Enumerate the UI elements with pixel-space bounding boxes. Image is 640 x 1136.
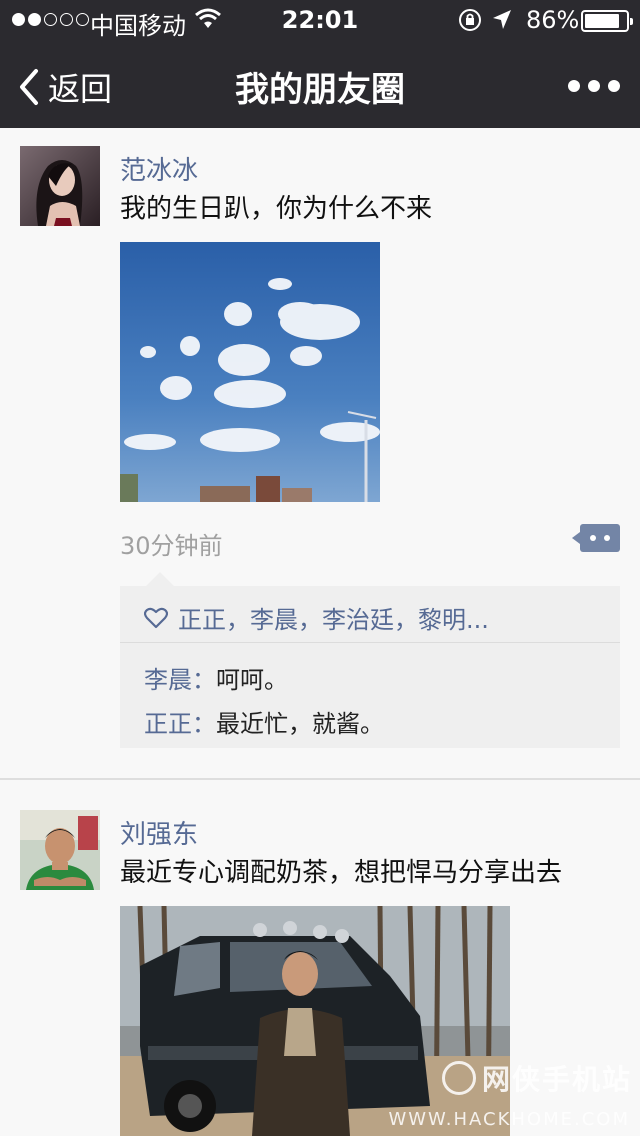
comment-item[interactable]: 李晨：呵呵。: [144, 660, 288, 695]
status-bar: 中国移动 22:01 86%: [0, 0, 640, 40]
page-title: 我的朋友圈: [235, 70, 405, 110]
avatar[interactable]: [20, 146, 100, 226]
watermark: 网侠手机站: [441, 1058, 632, 1098]
post-photo[interactable]: [120, 242, 380, 502]
post-photo[interactable]: [120, 906, 510, 1136]
location-icon: [491, 8, 513, 38]
post-text: 最近专心调配奶茶，想把悍马分享出去: [120, 858, 563, 888]
comment-author[interactable]: 李晨：: [144, 666, 216, 694]
comment-author[interactable]: 正正：: [144, 710, 216, 738]
post-time: 30分钟前: [120, 532, 223, 560]
post-text: 我的生日趴，你为什么不来: [120, 194, 433, 224]
heart-icon: [144, 607, 168, 628]
battery-percent: 86%: [526, 6, 580, 34]
comment-text: 呵呵。: [216, 666, 288, 694]
post-author-name[interactable]: 刘强东: [120, 814, 198, 851]
avatar[interactable]: [20, 810, 100, 890]
likes-names[interactable]: 正正，李晨，李治廷，黎明...: [178, 600, 489, 635]
watermark-logo-icon: [441, 1061, 476, 1095]
watermark-url: WWW.HACKHOME.COM: [388, 1109, 630, 1130]
feed-post: 范冰冰 我的生日趴，你为什么不来 30分钟前 正正，李晨，李治廷，黎明... 李…: [0, 128, 640, 780]
comment-item[interactable]: 正正：最近忙，就酱。: [144, 704, 384, 739]
post-author-name[interactable]: 范冰冰: [120, 150, 198, 187]
nav-bar: 返回 我的朋友圈: [0, 40, 640, 128]
comment-action-button[interactable]: [572, 524, 620, 552]
watermark-brand: 网侠手机站: [481, 1063, 632, 1096]
top-bar: 中国移动 22:01 86% 返回 我的朋友圈: [0, 0, 640, 128]
rotation-lock-icon: [458, 8, 482, 38]
more-icon[interactable]: [568, 80, 620, 92]
likes-comments-panel: 正正，李晨，李治廷，黎明... 李晨：呵呵。 正正：最近忙，就酱。: [120, 572, 620, 748]
battery-icon: [581, 10, 633, 32]
likes-row: 正正，李晨，李治廷，黎明...: [144, 600, 489, 635]
comment-text: 最近忙，就酱。: [216, 710, 384, 738]
panel-divider: [120, 642, 620, 643]
